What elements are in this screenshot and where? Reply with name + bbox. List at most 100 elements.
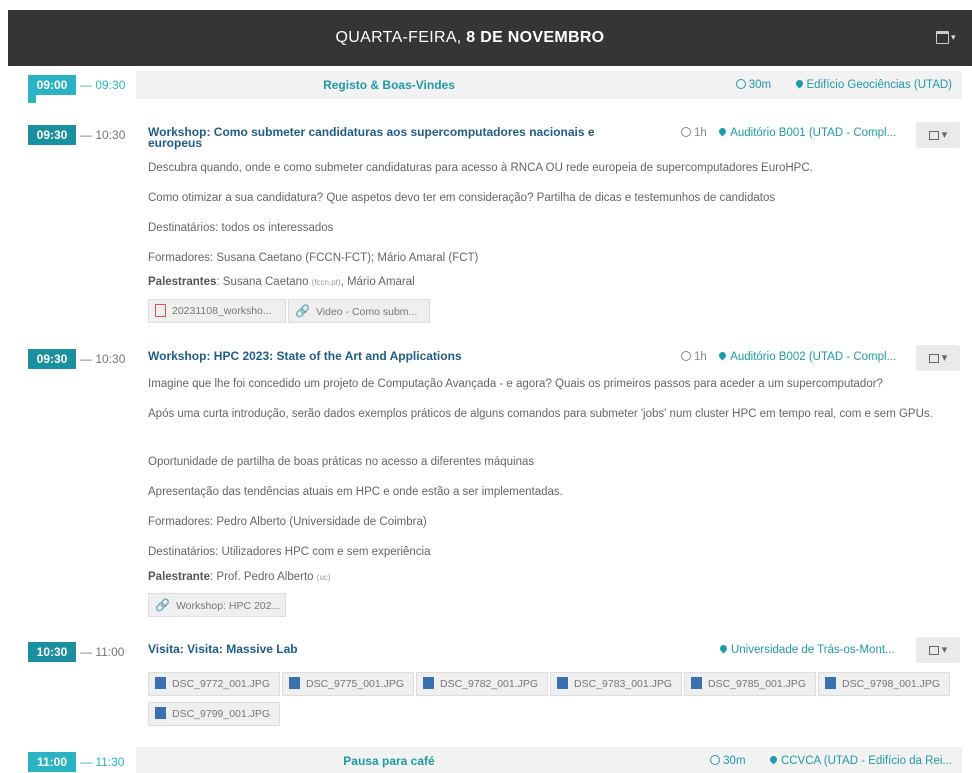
entry-description-line: Destinatários: todos os interessados [148,222,334,234]
pdf-file-icon [155,303,166,317]
speaker-affiliation[interactable]: (uc) [317,573,331,582]
entry-duration: 30m [748,79,772,91]
clock-icon [735,78,746,89]
attachment-label: DSC_9783_001.JPG [574,678,673,690]
attachment-label: DSC_9782_001.JPG [440,678,539,690]
speaker-affiliation[interactable]: (fccn.pt) [312,278,341,287]
chevron-down-icon: ▾ [941,129,948,141]
entry-location[interactable]: CCVCA (UTAD - Edifício da Rei... [781,755,952,767]
entry-meta: 1h Auditório B001 (UTAD - Compl... [681,126,896,139]
edit-icon [928,353,939,363]
edit-menu-button[interactable]: ▾ [916,345,960,371]
attachment-image[interactable]: DSC_9798_001.JPG [818,672,950,696]
entry-meta: 30m CCVCA (UTAD - Edifício da Rei... [710,754,952,767]
location-pin-icon [717,127,728,137]
clock-icon [681,350,691,361]
entry-title[interactable]: Workshop: Como submeter candidaturas aos… [148,126,648,149]
entry-duration: 1h [694,351,707,363]
image-file-icon [557,677,568,690]
chevron-down-icon: ▾ [951,32,956,43]
calendar-icon [936,31,949,45]
location-pin-icon [718,644,729,654]
clock-icon [710,754,721,765]
edit-icon [928,645,939,655]
end-time: — 11:30 [80,755,125,769]
time-slot: 11:00 — 11:30 [28,752,124,772]
attachment-image[interactable]: DSC_9772_001.JPG [148,672,280,696]
entry-speakers: Palestrante: Prof. Pedro Alberto (uc) [148,571,331,583]
day-title: QUARTA-FEIRA, 8 DE NOVEMBRO [8,10,932,66]
entry-location[interactable]: Auditório B001 (UTAD - Compl... [730,127,896,139]
attachment-image[interactable]: DSC_9783_001.JPG [550,672,682,696]
time-slot: 09:00 — 09:30 [28,75,125,95]
entry-duration: 1h [694,127,707,139]
entry-meta: Universidade de Trás-os-Mont... [718,644,895,656]
entry-location[interactable]: Auditório B002 (UTAD - Compl... [730,351,896,363]
image-file-icon [423,677,434,690]
location-pin-icon [768,755,779,765]
edit-menu-button[interactable]: ▾ [916,637,960,663]
image-file-icon [155,677,166,690]
attachment-image[interactable]: DSC_9799_001.JPG [148,702,280,726]
entry-title: Pausa para café [343,754,435,768]
link-icon: 🔗 [155,598,170,612]
attachment-link[interactable]: 🔗 Video - Como subm... [288,299,430,323]
entry-description-line: Formadores: Pedro Alberto (Universidade … [148,516,427,528]
entry-description-line: Como otimizar a sua candidatura? Que asp… [148,192,776,204]
attachment-pdf[interactable]: 20231108_worksho... [148,299,286,323]
speakers-label: Palestrantes [148,276,217,288]
attachment-label: DSC_9772_001.JPG [172,678,271,690]
end-time: — 11:00 [80,645,125,659]
image-file-icon [155,707,166,720]
edit-icon [928,130,939,140]
entry-description-line: Descubra quando, onde e como submeter ca… [148,162,813,174]
attachment-image[interactable]: DSC_9782_001.JPG [416,672,548,696]
entry-description-line: Após uma curta introdução, serão dados e… [148,408,933,420]
clock-icon [681,126,691,137]
location-pin-icon [794,79,804,89]
attachment-label: 20231108_worksho... [172,305,272,317]
entry-meta: 1h Auditório B002 (UTAD - Compl... [681,350,896,363]
image-file-icon [289,677,300,690]
end-time: — 10:30 [80,128,126,142]
start-time: 11:00 [28,752,76,772]
attachment-image[interactable]: DSC_9785_001.JPG [684,672,816,696]
entry-description-line: Formadores: Susana Caetano (FCCN-FCT); M… [148,252,479,264]
time-slot: 09:30 — 10:30 [28,125,125,145]
attachment-label: Video - Como subm... [315,306,418,318]
entry-description-line: Destinatários: Utilizadores HPC com e se… [148,546,431,558]
entry-description-line: Apresentação das tendências atuais em HP… [148,486,563,498]
entry-duration: 30m [723,755,746,767]
day-name: QUARTA-FEIRA, [335,29,467,46]
end-time: — 09:30 [80,78,126,92]
chevron-down-icon: ▾ [941,352,948,364]
attachment-label: Workshop: HPC 202... [175,600,281,612]
start-time: 09:00 [28,75,76,95]
timeline-bar [28,93,36,103]
entry-title[interactable]: Visita: Visita: Massive Lab [148,643,548,655]
attachment-label: DSC_9799_001.JPG [172,708,271,720]
attachment-image[interactable]: DSC_9775_001.JPG [282,672,414,696]
entry-speakers: Palestrantes: Susana Caetano (fccn.pt), … [148,276,415,288]
start-time: 10:30 [28,642,76,662]
start-time: 09:30 [28,349,76,369]
entry-title[interactable]: Workshop: HPC 2023: State of the Art and… [148,350,668,362]
attachment-label: DSC_9798_001.JPG [842,678,941,690]
speakers-label: Palestrante [148,571,211,583]
day-date: 8 DE NOVEMBRO [466,29,605,46]
time-slot: 10:30 — 11:00 [28,642,124,662]
entry-description-line: Imagine que lhe foi concedido um projeto… [148,378,883,390]
attachment-label: DSC_9785_001.JPG [708,678,807,690]
location-pin-icon [717,351,728,361]
start-time: 09:30 [28,125,76,145]
entry-location[interactable]: Edifício Geociências (UTAD) [807,79,953,91]
end-time: — 10:30 [80,352,126,366]
attachment-link[interactable]: 🔗 Workshop: HPC 202... [148,593,286,617]
entry-description-line: Oportunidade de partilha de boas prática… [148,456,535,468]
edit-menu-button[interactable]: ▾ [916,122,960,148]
entry-location[interactable]: Universidade de Trás-os-Mont... [731,644,895,656]
calendar-menu-button[interactable]: ▾ [936,30,966,46]
attachment-label: DSC_9775_001.JPG [306,678,405,690]
entry-meta: 30m Edifício Geociências (UTAD) [735,78,953,91]
entry-title: Registo & Boas-Vindes [323,78,455,92]
